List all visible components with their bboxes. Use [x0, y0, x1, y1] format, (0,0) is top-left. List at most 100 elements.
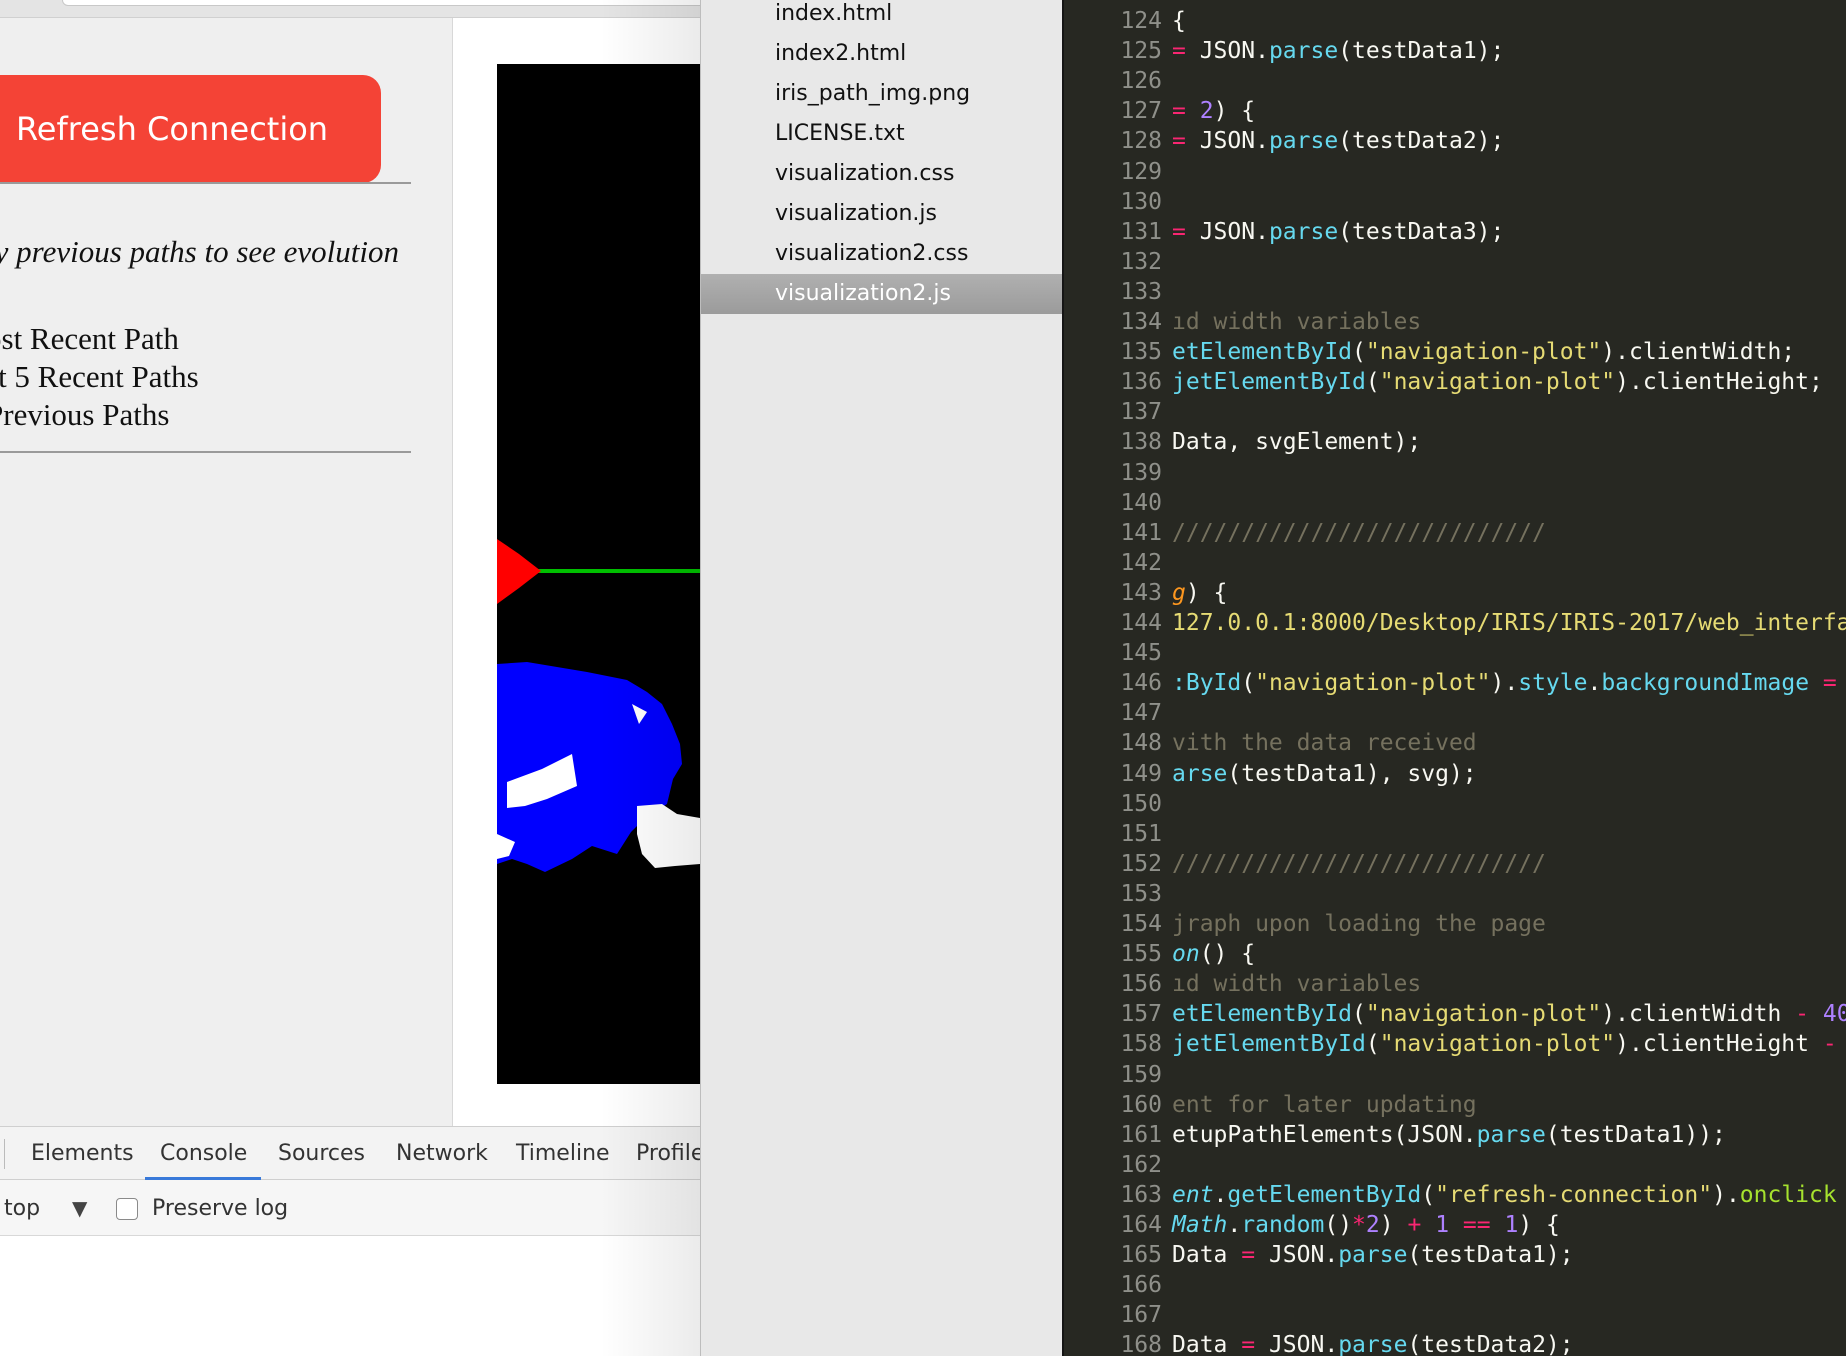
divider: [0, 182, 411, 184]
file-item[interactable]: iris_path_img.png: [701, 74, 1063, 114]
code-line[interactable]: {: [1172, 8, 1186, 34]
code-line[interactable]: ıd width variables: [1172, 971, 1421, 997]
file-item[interactable]: visualization2.css: [701, 234, 1063, 274]
preserve-log-label: Preserve log: [152, 1196, 289, 1221]
line-number: 142: [1120, 549, 1162, 576]
tab-console[interactable]: Console: [160, 1141, 247, 1166]
file-item[interactable]: visualization.js: [701, 194, 1063, 234]
navigation-plot-svg: [497, 539, 700, 872]
code-line[interactable]: :ById("navigation-plot").style.backgroun…: [1172, 670, 1837, 696]
line-number: 147: [1120, 700, 1162, 727]
context-selector[interactable]: top: [4, 1196, 40, 1221]
tab-timeline[interactable]: Timeline: [516, 1141, 610, 1166]
free-space-patch: [637, 804, 700, 868]
console-output[interactable]: [0, 1236, 700, 1356]
line-number: 134: [1120, 309, 1162, 335]
code-line[interactable]: 127.0.0.1:8000/Desktop/IRIS/IRIS-2017/we…: [1172, 610, 1846, 636]
option-most-recent-path[interactable]: ost Recent Path: [0, 321, 179, 357]
line-number: 138: [1120, 429, 1162, 456]
file-item-selected[interactable]: visualization2.js: [701, 274, 1063, 314]
code-line[interactable]: = JSON.parse(testData2);: [1172, 128, 1504, 154]
code-line[interactable]: Math.random()*2) + 1 == 1) {: [1172, 1212, 1560, 1238]
code-line[interactable]: ///////////////////////////: [1172, 851, 1546, 877]
line-number: 132: [1120, 248, 1162, 275]
code-line[interactable]: jetElementById("navigation-plot").client…: [1172, 369, 1823, 395]
code-line[interactable]: etupPathElements(JSON.parse(testData1));: [1172, 1122, 1726, 1148]
file-item[interactable]: visualization.css: [701, 154, 1063, 194]
line-number: 149: [1120, 760, 1162, 787]
browser-toolbar: [0, 0, 700, 18]
line-number: 156: [1120, 971, 1162, 998]
devtools-tab-bar: Elements Console Sources Network Timelin…: [0, 1126, 700, 1180]
address-bar[interactable]: [62, 0, 700, 6]
line-number: 136: [1120, 369, 1162, 396]
code-line[interactable]: etElementById("navigation-plot").clientW…: [1172, 339, 1795, 365]
tab-sources[interactable]: Sources: [278, 1141, 365, 1166]
line-number: 135: [1120, 339, 1162, 366]
line-number: 168: [1120, 1332, 1162, 1356]
line-number: 159: [1120, 1061, 1162, 1088]
code-line[interactable]: ıd width variables: [1172, 309, 1421, 335]
line-number: 141: [1120, 519, 1162, 546]
code-line[interactable]: = 2) {: [1172, 98, 1255, 124]
option-all-previous-paths[interactable]: Previous Paths: [0, 397, 169, 433]
code-line[interactable]: jraph upon loading the page: [1172, 911, 1546, 937]
code-line[interactable]: ent for later updating: [1172, 1092, 1477, 1118]
divider: [4, 1139, 5, 1169]
line-number: 130: [1120, 188, 1162, 215]
line-number: 145: [1120, 640, 1162, 667]
refresh-connection-button[interactable]: Refresh Connection: [0, 75, 381, 183]
control-sidebar: Refresh Connection verlay previous paths…: [0, 18, 453, 1126]
code-line[interactable]: Data = JSON.parse(testData2);: [1172, 1332, 1574, 1356]
tab-elements[interactable]: Elements: [31, 1141, 134, 1166]
code-line[interactable]: ///////////////////////////: [1172, 520, 1546, 546]
code-line[interactable]: ent.getElementById("refresh-connection")…: [1172, 1182, 1837, 1208]
line-number: 127: [1120, 98, 1162, 125]
line-number: 144: [1120, 610, 1162, 636]
option-last-5-paths[interactable]: st 5 Recent Paths: [0, 359, 199, 395]
code-editor[interactable]: 124 {125 = JSON.parse(testData1); 126 127 = 2…: [1062, 0, 1846, 1356]
line-number: 137: [1120, 399, 1162, 426]
overlay-instructions: verlay previous paths to see evolution: [0, 234, 400, 269]
code-line[interactable]: arse(testData1), svg);: [1172, 761, 1477, 787]
file-item[interactable]: index.html: [701, 0, 1063, 34]
line-number: 126: [1120, 68, 1162, 95]
line-number: 124: [1120, 8, 1162, 34]
code-line[interactable]: jetElementById("navigation-plot").client…: [1172, 1031, 1837, 1057]
code-line[interactable]: vith the data received: [1172, 730, 1477, 756]
code-line[interactable]: etElementById("navigation-plot").clientW…: [1172, 1001, 1846, 1027]
file-item[interactable]: LICENSE.txt: [701, 114, 1063, 154]
line-number: 125: [1120, 38, 1162, 65]
line-number: 129: [1120, 158, 1162, 185]
code-line[interactable]: Data, svgElement);: [1172, 429, 1421, 455]
code-line[interactable]: Data = JSON.parse(testData1);: [1172, 1242, 1574, 1268]
line-number: 166: [1120, 1272, 1162, 1299]
dropdown-arrow-icon[interactable]: ▼: [72, 1196, 87, 1220]
line-number: 143: [1120, 579, 1162, 606]
tab-profiles[interactable]: Profile: [636, 1141, 700, 1166]
code-line[interactable]: = JSON.parse(testData3);: [1172, 219, 1504, 245]
console-toolbar: top ▼ Preserve log: [0, 1180, 700, 1236]
line-number: 163: [1120, 1181, 1162, 1208]
line-number: 139: [1120, 459, 1162, 486]
line-number: 150: [1120, 790, 1162, 817]
code-line[interactable]: = JSON.parse(testData1);: [1172, 38, 1504, 64]
line-number: 158: [1120, 1031, 1162, 1058]
line-number: 131: [1120, 218, 1162, 245]
line-number: 152: [1120, 850, 1162, 877]
code-line[interactable]: g) {: [1172, 580, 1227, 606]
line-number: 151: [1120, 820, 1162, 847]
file-browser: index.html index2.html iris_path_img.png…: [700, 0, 1063, 1356]
devtools-panel: Elements Console Sources Network Timelin…: [0, 1126, 700, 1356]
code-line[interactable]: on() {: [1172, 941, 1255, 967]
line-number: 133: [1120, 278, 1162, 305]
line-number: 157: [1120, 1001, 1162, 1028]
preserve-log-checkbox[interactable]: [116, 1198, 138, 1220]
line-number: 140: [1120, 489, 1162, 516]
tab-network[interactable]: Network: [396, 1141, 488, 1166]
line-number: 128: [1120, 128, 1162, 155]
line-number: 162: [1120, 1151, 1162, 1178]
robot-marker-icon: [497, 539, 541, 604]
line-number: 155: [1120, 941, 1162, 968]
file-item[interactable]: index2.html: [701, 34, 1063, 74]
